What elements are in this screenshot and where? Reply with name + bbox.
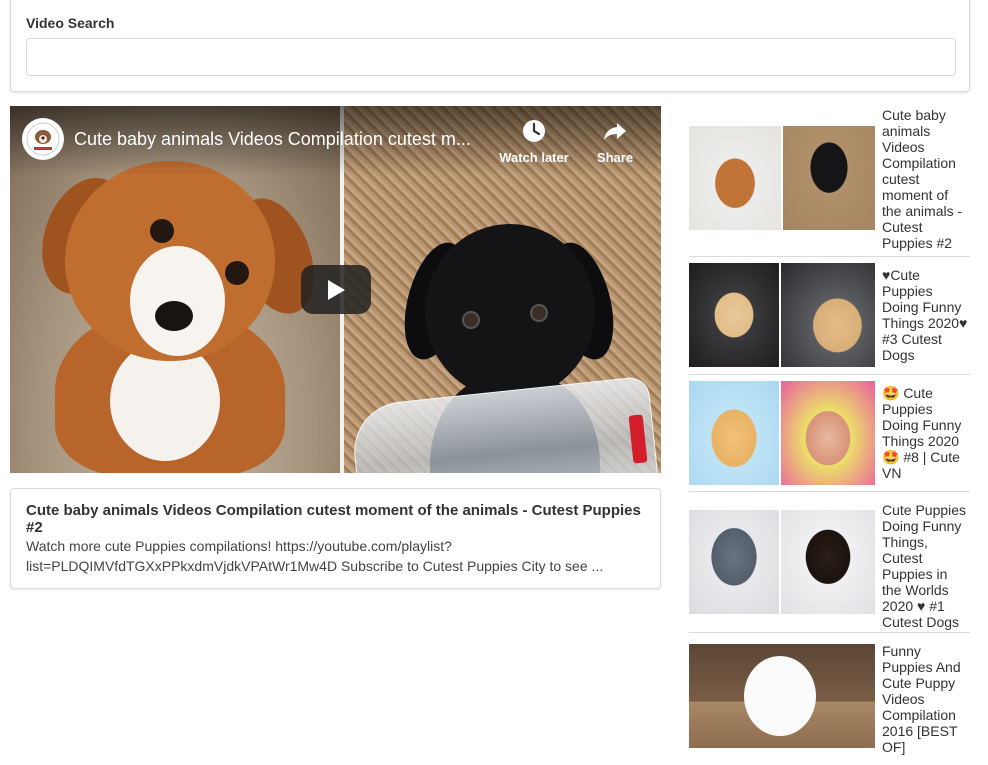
video-list-title[interactable]: Cute baby animals Videos Compilation cut…: [882, 106, 970, 256]
dog-logo-icon: [26, 122, 60, 156]
video-list-item[interactable]: Funny Puppies And Cute Puppy Videos Comp…: [689, 633, 970, 755]
share-label: Share: [596, 150, 634, 165]
puppy-eye: [150, 219, 174, 243]
player-title[interactable]: Cute baby animals Videos Compilation cut…: [74, 129, 484, 150]
video-thumbnail[interactable]: [689, 263, 875, 367]
puppy-thumbnail-part: [781, 263, 875, 367]
white-puppy: [744, 656, 816, 736]
puppy-thumbnail-part: [689, 126, 781, 230]
puppy-thumbnail-part: [689, 263, 779, 367]
puppy-thumbnail-part: [689, 510, 779, 614]
video-title: Cute baby animals Videos Compilation cut…: [26, 502, 641, 536]
video-thumbnail[interactable]: [689, 644, 875, 748]
video-list-title[interactable]: Cute Puppies Doing Funny Things, Cutest …: [882, 501, 970, 632]
channel-avatar-icon[interactable]: [22, 118, 64, 160]
video-list-title[interactable]: Funny Puppies And Cute Puppy Videos Comp…: [882, 642, 970, 755]
clock-icon: [523, 120, 545, 142]
watch-later-label: Watch later: [499, 150, 569, 165]
play-icon: [328, 280, 345, 300]
video-thumbnail[interactable]: [689, 510, 875, 614]
video-list-title[interactable]: ♥Cute Puppies Doing Funny Things 2020♥ #…: [882, 266, 970, 374]
video-thumbnail[interactable]: [689, 126, 875, 230]
puppy-thumbnail-part: [783, 126, 875, 230]
video-list-item[interactable]: Cute baby animals Videos Compilation cut…: [689, 106, 970, 257]
video-details-card: Cute baby animals Videos Compilation cut…: [10, 488, 661, 589]
search-input[interactable]: [26, 38, 956, 76]
video-list-item[interactable]: 🤩 Cute Puppies Doing Funny Things 2020 🤩…: [689, 375, 970, 492]
black-puppy-eye: [462, 311, 480, 329]
video-thumbnail[interactable]: [689, 381, 875, 485]
black-puppy-eye: [530, 304, 548, 322]
video-list: Cute baby animals Videos Compilation cut…: [689, 106, 970, 755]
black-puppy-head: [425, 224, 595, 399]
puppy-eye: [225, 261, 249, 285]
puppy-nose: [155, 301, 193, 331]
play-button[interactable]: [301, 265, 371, 314]
video-list-title[interactable]: 🤩 Cute Puppies Doing Funny Things 2020 🤩…: [882, 384, 970, 491]
share-button[interactable]: Share: [590, 118, 640, 165]
puppy-thumbnail-part: [689, 381, 779, 485]
puppy-thumbnail-part: [781, 381, 875, 485]
video-description: Watch more cute Puppies compilations! ht…: [26, 538, 604, 574]
search-card: Video Search: [10, 0, 970, 92]
video-player[interactable]: Cute baby animals Videos Compilation cut…: [10, 106, 661, 473]
watch-later-button[interactable]: Watch later: [496, 118, 572, 165]
video-list-item[interactable]: Cute Puppies Doing Funny Things, Cutest …: [689, 492, 970, 633]
puppy-thumbnail-part: [781, 510, 875, 614]
video-list-item[interactable]: ♥Cute Puppies Doing Funny Things 2020♥ #…: [689, 257, 970, 375]
share-arrow-icon: [604, 123, 626, 140]
search-label: Video Search: [26, 15, 115, 31]
